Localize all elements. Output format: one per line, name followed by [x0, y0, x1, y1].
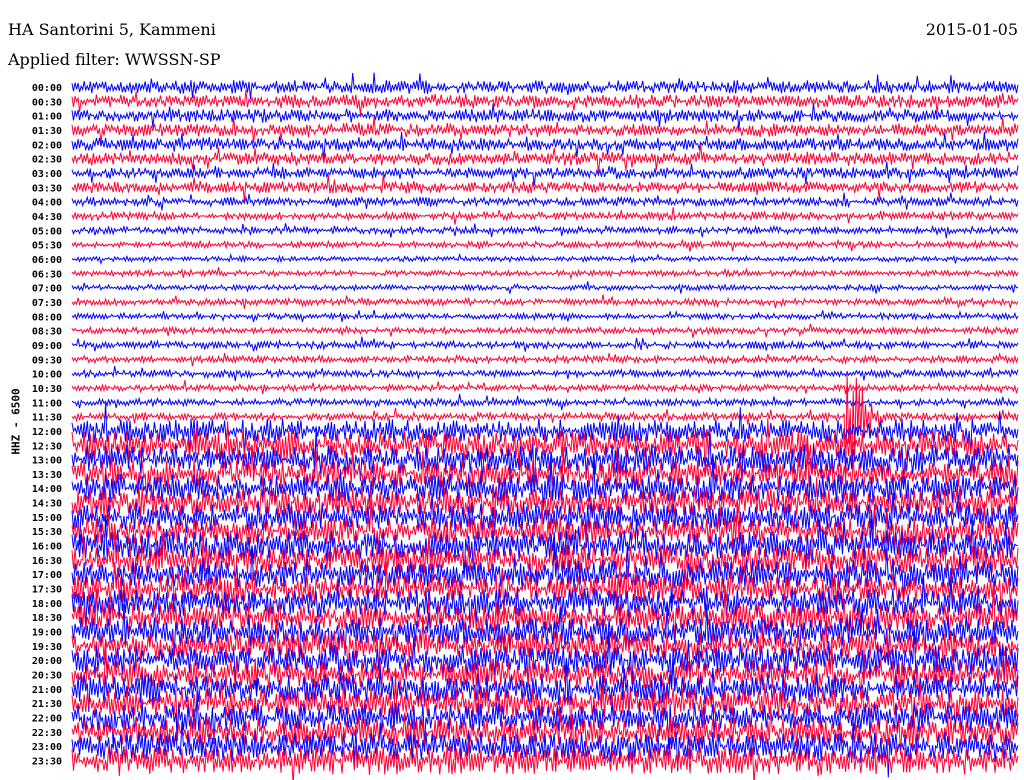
trace-1100: [71, 393, 1019, 411]
row-time-label: 09:00: [32, 341, 62, 352]
row-time-label: 08:00: [32, 312, 62, 323]
row-time-label: 13:00: [32, 456, 62, 467]
trace-0700: [71, 281, 1019, 294]
row-time-label: 13:30: [32, 470, 62, 481]
trace-0730: [71, 294, 1019, 309]
trace-0500: [71, 223, 1019, 239]
row-time-label: 12:00: [32, 427, 62, 438]
row-time-label: 01:30: [32, 126, 62, 137]
row-time-label: 18:30: [32, 613, 62, 624]
row-time-label: 14:00: [32, 484, 62, 495]
row-time-label: 15:00: [32, 513, 62, 524]
trace-0200: [71, 131, 1019, 160]
row-time-label: 19:00: [32, 628, 62, 639]
trace-0900: [71, 336, 1019, 352]
row-time-label: 11:30: [32, 413, 62, 424]
row-time-label: 07:30: [32, 298, 62, 309]
row-time-label: 04:00: [32, 198, 62, 209]
row-time-label: 00:00: [32, 83, 62, 94]
row-time-label: 16:00: [32, 542, 62, 553]
row-time-label: 19:30: [32, 642, 62, 653]
row-time-label: 21:30: [32, 699, 62, 710]
row-time-label: 12:30: [32, 441, 62, 452]
row-time-label: 03:30: [32, 183, 62, 194]
row-time-label: 07:00: [32, 284, 62, 295]
row-time-label: 10:00: [32, 370, 62, 381]
trace-1230: [71, 418, 1019, 476]
trace-1030: [71, 380, 1019, 395]
row-time-label: 14:30: [32, 499, 62, 510]
trace-0230: [71, 144, 1019, 174]
row-time-label: 05:30: [32, 241, 62, 252]
row-time-label: 20:30: [32, 671, 62, 682]
row-time-label: 00:30: [32, 97, 62, 108]
row-time-label: 21:00: [32, 685, 62, 696]
trace-0530: [71, 238, 1019, 252]
row-time-label: 16:30: [32, 556, 62, 567]
row-time-label: 05:00: [32, 226, 62, 237]
row-time-label: 06:30: [32, 269, 62, 280]
row-time-label: 03:00: [32, 169, 62, 180]
row-time-label: 17:00: [32, 570, 62, 581]
row-time-label: 10:30: [32, 384, 62, 395]
trace-0830: [71, 323, 1019, 339]
row-time-label: 09:30: [32, 355, 62, 366]
row-time-label: 20:00: [32, 656, 62, 667]
row-time-label: 22:00: [32, 714, 62, 725]
helicorder-plot: 00:00 00:30 01:00 01:30 02:00 02:30 03:00 03:30…: [32, 72, 1019, 780]
row-time-label: 23:30: [32, 757, 62, 768]
trace-1000: [71, 366, 1019, 382]
row-time-label: 23:00: [32, 742, 62, 753]
trace-0430: [71, 207, 1019, 225]
row-time-label: 02:30: [32, 155, 62, 166]
row-time-label: 01:00: [32, 112, 62, 123]
trace-0630: [71, 267, 1019, 281]
trace-0000: [71, 72, 1019, 100]
row-time-label: 06:00: [32, 255, 62, 266]
row-time-label: 18:00: [32, 599, 62, 610]
row-time-label: 17:30: [32, 585, 62, 596]
row-time-label: 02:00: [32, 140, 62, 151]
row-time-label: 15:30: [32, 527, 62, 538]
trace-0330: [71, 174, 1019, 202]
row-time-label: 04:30: [32, 212, 62, 223]
row-time-label: 08:30: [32, 327, 62, 338]
trace-0400: [71, 192, 1019, 211]
row-time-label: 22:30: [32, 728, 62, 739]
row-time-label: 11:00: [32, 398, 62, 409]
trace-0600: [71, 252, 1019, 266]
trace-0800: [71, 309, 1019, 323]
trace-0930: [71, 352, 1019, 367]
